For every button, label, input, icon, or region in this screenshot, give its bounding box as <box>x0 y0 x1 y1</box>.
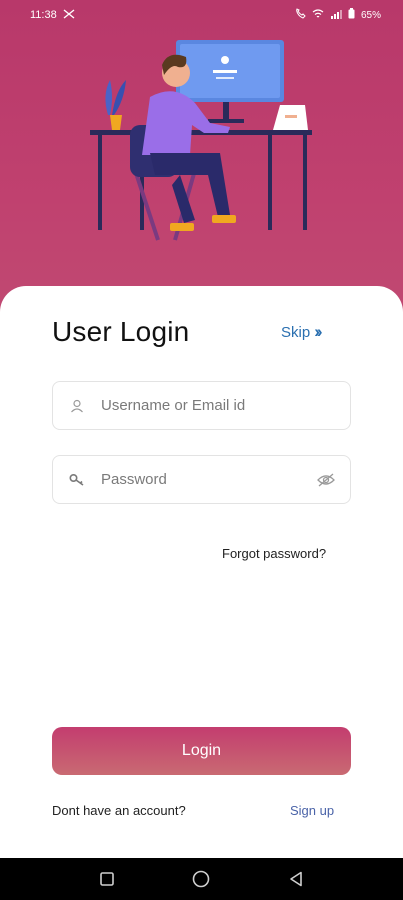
double-chevron-right-icon: ›› <box>314 322 323 341</box>
username-field[interactable] <box>52 381 351 430</box>
login-button[interactable]: Login <box>52 727 351 775</box>
recents-square-icon[interactable] <box>87 864 127 894</box>
status-bar: 11:38 65% <box>0 0 403 30</box>
android-nav-bar <box>0 858 403 900</box>
hero-banner: 11:38 65% <box>0 0 403 330</box>
signup-link[interactable]: Sign up <box>290 803 334 818</box>
password-field[interactable] <box>52 455 351 504</box>
page-title: User Login <box>52 316 190 347</box>
status-time: 11:38 <box>30 9 57 21</box>
skip-button[interactable]: Skip ›› <box>281 322 323 342</box>
signal-icon <box>330 9 342 22</box>
wifi-icon <box>312 8 324 22</box>
battery-level: 65% <box>360 9 381 21</box>
password-input[interactable] <box>101 471 302 488</box>
user-icon <box>53 399 101 413</box>
battery-icon <box>348 8 355 22</box>
eye-off-icon[interactable] <box>302 473 350 487</box>
no-account-text: Dont have an account? <box>52 803 186 818</box>
back-triangle-icon[interactable] <box>276 864 316 894</box>
forgot-password-link[interactable]: Forgot password? <box>222 546 326 561</box>
home-circle-icon[interactable] <box>181 864 221 894</box>
skip-label: Skip <box>281 323 311 341</box>
call-icon <box>295 8 306 22</box>
person-at-desk-illustration <box>90 40 312 241</box>
key-icon <box>53 473 101 487</box>
username-input[interactable] <box>101 397 350 414</box>
notification-icon <box>63 8 75 22</box>
